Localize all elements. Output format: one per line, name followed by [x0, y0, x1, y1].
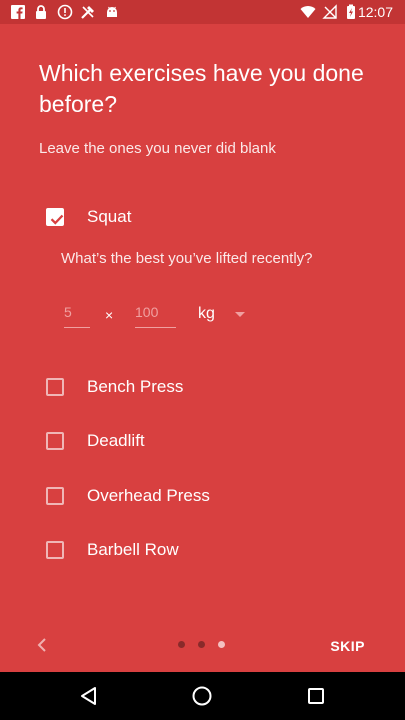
status-bar: 12:07 [0, 0, 405, 24]
page-indicator-dot-3 [218, 641, 225, 648]
exercise-label-bench-press: Bench Press [87, 377, 184, 396]
status-time: 12:07 [357, 4, 393, 20]
unit-select[interactable]: kg [198, 304, 215, 324]
reps-placeholder: 5 [64, 304, 72, 320]
weight-input[interactable]: 100 [135, 301, 176, 328]
page-indicator-dot-1 [178, 641, 185, 648]
no-signal-icon [322, 4, 337, 19]
weight-placeholder: 100 [135, 304, 159, 320]
best-lift-question: What’s the best you’ve lifted recently? [61, 250, 313, 267]
exercise-row-overhead-press[interactable]: Overhead Press [0, 476, 405, 516]
skip-button[interactable]: SKIP [330, 637, 365, 655]
nav-back-icon[interactable] [78, 685, 100, 707]
chevron-down-icon[interactable] [235, 312, 245, 317]
facebook-icon [11, 5, 25, 20]
lock-icon [36, 5, 46, 19]
android-icon [107, 6, 117, 17]
checkbox-squat[interactable] [46, 208, 64, 226]
checkmark-icon [50, 214, 64, 225]
exercise-label-squat: Squat [87, 207, 132, 226]
reps-input[interactable]: 5 [64, 301, 90, 328]
checkbox-barbell-row[interactable] [46, 541, 64, 559]
exercise-label-overhead-press: Overhead Press [87, 486, 210, 505]
checkbox-overhead-press[interactable] [46, 487, 64, 505]
exercise-row-deadlift[interactable]: Deadlift [0, 421, 405, 461]
navigation-bar [0, 672, 405, 720]
times-symbol: × [105, 307, 114, 323]
nav-home-icon[interactable] [191, 685, 213, 707]
exercise-label-deadlift: Deadlift [87, 431, 145, 450]
exercise-row-bench-press[interactable]: Bench Press [0, 367, 405, 407]
checkbox-bench-press[interactable] [46, 378, 64, 396]
exercise-row-barbell-row[interactable]: Barbell Row [0, 530, 405, 570]
page-indicator-dot-2 [198, 641, 205, 648]
nav-recents-icon[interactable] [305, 685, 327, 707]
checkbox-deadlift[interactable] [46, 432, 64, 450]
back-arrow-icon[interactable] [34, 636, 52, 654]
exercise-label-barbell-row: Barbell Row [87, 540, 179, 559]
page-title: Which exercises have you done before? [39, 60, 364, 117]
alert-icon [57, 4, 73, 20]
tools-icon [81, 6, 94, 19]
wifi-icon [300, 6, 316, 18]
exercise-row-squat[interactable]: Squat [0, 197, 405, 237]
battery-charging-icon [347, 4, 355, 19]
page-subtitle: Leave the ones you never did blank [39, 140, 276, 157]
